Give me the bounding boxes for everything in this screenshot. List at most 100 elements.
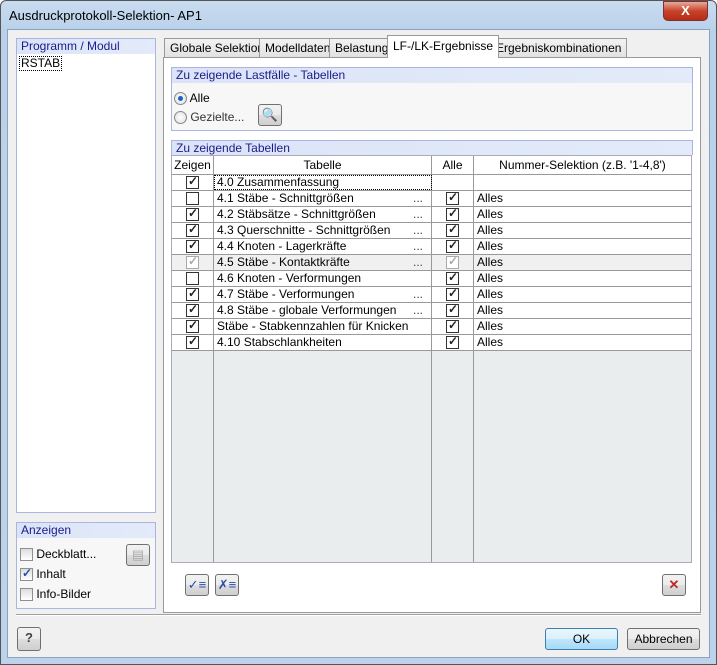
alle-checkbox[interactable]	[446, 206, 459, 221]
tabelle-cell[interactable]: 4.2 Stäbsätze - Schnittgrößen...	[214, 207, 432, 222]
zeigen-cell[interactable]	[172, 174, 214, 190]
table-row[interactable]: 4.5 Stäbe - Kontaktkräfte... Alles	[172, 254, 691, 271]
checkbox[interactable]	[20, 566, 33, 582]
zeigen-cell[interactable]	[172, 191, 214, 206]
alle-cell[interactable]	[432, 175, 474, 190]
tab-globale-selektion[interactable]: Globale Selektion	[164, 38, 271, 58]
zeigen-cell[interactable]	[172, 334, 214, 350]
radio[interactable]	[174, 92, 187, 106]
zeigen-cell[interactable]	[172, 302, 214, 318]
zeigen-cell[interactable]	[172, 286, 214, 302]
close-button[interactable]: X	[663, 1, 708, 21]
radio-gezielte[interactable]: Gezielte...	[174, 110, 244, 125]
alle-checkbox[interactable]	[446, 302, 459, 317]
select-loadcases-button[interactable]: 🔍	[258, 104, 282, 126]
tabelle-cell[interactable]: 4.1 Stäbe - Schnittgrößen...	[214, 191, 432, 206]
select-all-button[interactable]: ✓≡	[185, 574, 209, 596]
alle-checkbox[interactable]	[446, 222, 459, 237]
tabelle-cell[interactable]: 4.8 Stäbe - globale Verformungen...	[214, 303, 432, 318]
alle-cell[interactable]	[432, 334, 474, 350]
tabelle-cell[interactable]: 4.3 Querschnitte - Schnittgrößen...	[214, 223, 432, 238]
zeigen-checkbox[interactable]	[186, 174, 199, 189]
alle-cell[interactable]	[432, 206, 474, 222]
table-row[interactable]: 4.0 Zusammenfassung	[172, 174, 691, 191]
zeigen-cell[interactable]	[172, 318, 214, 334]
nummer-selektion-cell[interactable]: Alles	[474, 191, 691, 206]
zeigen-checkbox[interactable]	[186, 334, 199, 349]
alle-cell[interactable]	[432, 286, 474, 302]
more-button[interactable]: ...	[413, 239, 423, 254]
alle-cell[interactable]	[432, 270, 474, 286]
zeigen-checkbox[interactable]	[186, 318, 199, 333]
checkbox[interactable]	[20, 548, 33, 562]
alle-checkbox[interactable]	[446, 286, 459, 301]
alle-cell[interactable]	[432, 190, 474, 206]
tab-modelldaten[interactable]: Modelldaten	[259, 38, 337, 58]
zeigen-cell[interactable]	[172, 254, 214, 270]
nummer-selektion-cell[interactable]: Alles	[474, 255, 691, 270]
tabelle-cell[interactable]: 4.6 Knoten - Verformungen	[214, 271, 432, 286]
zeigen-cell[interactable]	[172, 206, 214, 222]
nummer-selektion-cell[interactable]: Alles	[474, 319, 691, 334]
deckblatt-edit-button[interactable]: ▤	[126, 544, 150, 566]
zeigen-checkbox[interactable]	[186, 222, 199, 237]
alle-cell[interactable]	[432, 254, 474, 270]
alle-checkbox[interactable]	[446, 334, 459, 349]
cancel-button[interactable]: Abbrechen	[627, 628, 700, 650]
inhalt-checkbox[interactable]: Inhalt	[20, 566, 66, 582]
zeigen-checkbox[interactable]	[186, 254, 199, 269]
deckblatt-checkbox[interactable]: Deckblatt...	[20, 547, 96, 562]
tabelle-cell[interactable]: Stäbe - Stabkennzahlen für Knicken	[214, 319, 432, 334]
deselect-all-button[interactable]: ✗≡	[215, 574, 239, 596]
table-row[interactable]: 4.2 Stäbsätze - Schnittgrößen... Alles	[172, 206, 691, 223]
nummer-selektion-cell[interactable]: Alles	[474, 335, 691, 350]
checkbox[interactable]	[20, 588, 33, 602]
more-button[interactable]: ...	[413, 287, 423, 302]
more-button[interactable]: ...	[413, 191, 423, 206]
table-row[interactable]: 4.8 Stäbe - globale Verformungen... Alles	[172, 302, 691, 319]
zeigen-checkbox[interactable]	[186, 302, 199, 317]
nummer-selektion-cell[interactable]: Alles	[474, 239, 691, 254]
alle-checkbox[interactable]	[446, 190, 459, 205]
table-row[interactable]: 4.6 Knoten - Verformungen Alles	[172, 270, 691, 287]
alle-cell[interactable]	[432, 238, 474, 254]
nummer-selektion-cell[interactable]: Alles	[474, 223, 691, 238]
alle-cell[interactable]	[432, 302, 474, 318]
radio[interactable]	[174, 111, 187, 125]
alle-checkbox[interactable]	[446, 318, 459, 333]
nummer-selektion-cell[interactable]	[474, 175, 691, 190]
header-zeigen[interactable]: Zeigen	[172, 156, 214, 175]
module-item-rstab[interactable]: RSTAB	[19, 56, 63, 71]
tabelle-cell[interactable]: 4.7 Stäbe - Verformungen...	[214, 287, 432, 302]
zeigen-checkbox[interactable]	[186, 272, 199, 285]
more-button[interactable]: ...	[413, 207, 423, 222]
table-row[interactable]: 4.10 Stabschlankheiten Alles	[172, 334, 691, 351]
more-button[interactable]: ...	[413, 255, 423, 270]
tabelle-cell[interactable]: 4.4 Knoten - Lagerkräfte...	[214, 239, 432, 254]
help-button[interactable]: ?	[17, 627, 41, 651]
tabelle-cell[interactable]: 4.10 Stabschlankheiten	[214, 335, 432, 350]
radio-alle[interactable]: Alle	[174, 91, 210, 106]
nummer-selektion-cell[interactable]: Alles	[474, 271, 691, 286]
alle-checkbox[interactable]	[446, 238, 459, 253]
header-tabelle[interactable]: Tabelle	[214, 156, 432, 175]
tab-lf-lk-ergebnisse[interactable]: LF-/LK-Ergebnisse	[387, 35, 500, 58]
zeigen-checkbox[interactable]	[186, 286, 199, 301]
more-button[interactable]: ...	[413, 303, 423, 318]
header-nummer-selektion[interactable]: Nummer-Selektion (z.B. '1-4,8')	[474, 156, 691, 175]
tab-belastung[interactable]: Belastung	[329, 38, 395, 58]
alle-cell[interactable]	[432, 222, 474, 238]
table-row[interactable]: 4.4 Knoten - Lagerkräfte... Alles	[172, 238, 691, 255]
nummer-selektion-cell[interactable]: Alles	[474, 207, 691, 222]
tabelle-cell[interactable]: 4.5 Stäbe - Kontaktkräfte...	[214, 255, 432, 270]
nummer-selektion-cell[interactable]: Alles	[474, 287, 691, 302]
table-row[interactable]: 4.1 Stäbe - Schnittgrößen... Alles	[172, 190, 691, 207]
table-row[interactable]: 4.7 Stäbe - Verformungen... Alles	[172, 286, 691, 303]
zeigen-cell[interactable]	[172, 222, 214, 238]
alle-checkbox[interactable]	[446, 270, 459, 285]
ok-button[interactable]: OK	[545, 628, 618, 650]
alle-checkbox[interactable]	[446, 254, 459, 269]
zeigen-checkbox[interactable]	[186, 206, 199, 221]
nummer-selektion-cell[interactable]: Alles	[474, 303, 691, 318]
more-button[interactable]: ...	[413, 223, 423, 238]
